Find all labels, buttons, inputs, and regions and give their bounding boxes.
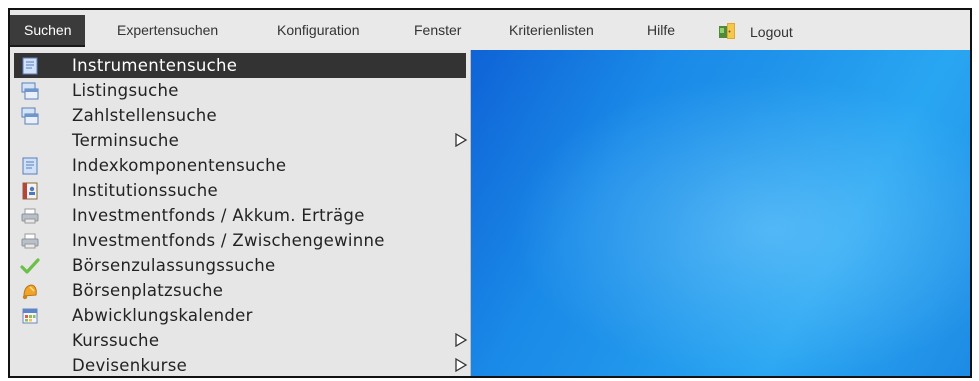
menu-item-terminsuche[interactable]: Terminsuche	[14, 128, 468, 153]
suchen-dropdown-menu: Instrumentensuche Listingsuche Zahlstell…	[10, 50, 471, 376]
stacked-windows-icon	[21, 107, 39, 125]
menu-item-label: Indexkomponentensuche	[72, 156, 287, 175]
menu-item-boersenzulassungssuche[interactable]: Börsenzulassungssuche	[14, 253, 466, 278]
menu-item-label: Abwicklungskalender	[72, 306, 253, 325]
menu-item-label: Institutionssuche	[72, 181, 218, 200]
menu-item-label: Terminsuche	[72, 131, 180, 150]
document-icon	[22, 57, 38, 75]
menu-item-kurssuche[interactable]: Kurssuche	[14, 328, 468, 353]
bell-icon	[22, 284, 37, 300]
menu-item-investmentfonds-akkum[interactable]: Investmentfonds / Akkum. Erträge	[14, 203, 466, 228]
menu-item-listingsuche[interactable]: Listingsuche	[14, 78, 466, 103]
menu-item-zahlstellensuche[interactable]: Zahlstellensuche	[14, 103, 466, 128]
menu-suchen[interactable]: Suchen	[10, 15, 86, 47]
menu-item-label: Instrumentensuche	[72, 56, 238, 75]
document-icon	[22, 157, 38, 175]
menu-logout[interactable]: Logout	[718, 22, 793, 40]
menu-hilfe[interactable]: Hilfe	[647, 22, 675, 38]
menu-item-abwicklungskalender[interactable]: Abwicklungskalender	[14, 303, 466, 328]
desktop-background	[470, 50, 970, 376]
logout-label: Logout	[750, 24, 793, 40]
menu-bar: Suchen Expertensuchen Konfiguration Fens…	[10, 10, 970, 51]
menu-fenster[interactable]: Fenster	[414, 22, 461, 38]
menu-expertensuchen[interactable]: Expertensuchen	[117, 22, 218, 38]
submenu-arrow-icon	[455, 357, 468, 373]
calendar-icon	[22, 308, 38, 324]
menu-item-label: Listingsuche	[72, 81, 179, 100]
menu-konfiguration[interactable]: Konfiguration	[277, 22, 360, 38]
logout-door-icon	[719, 23, 735, 39]
menu-item-label: Investmentfonds / Akkum. Erträge	[72, 206, 365, 225]
address-book-icon	[22, 182, 38, 200]
menu-item-boersenplatzsuche[interactable]: Börsenplatzsuche	[14, 278, 466, 303]
stacked-windows-icon	[21, 82, 39, 100]
menu-item-indexkomponentensuche[interactable]: Indexkomponentensuche	[14, 153, 466, 178]
menu-item-label: Kurssuche	[72, 331, 160, 350]
menu-kriterienlisten[interactable]: Kriterienlisten	[509, 22, 594, 38]
menu-item-devisenkurse[interactable]: Devisenkurse	[14, 353, 468, 376]
menu-item-investmentfonds-zwischengewinne[interactable]: Investmentfonds / Zwischengewinne	[14, 228, 466, 253]
submenu-arrow-icon	[455, 332, 468, 348]
menu-item-label: Investmentfonds / Zwischengewinne	[72, 231, 385, 250]
menu-item-label: Zahlstellensuche	[72, 106, 217, 125]
menu-item-label: Börsenplatzsuche	[72, 281, 224, 300]
menu-item-label: Devisenkurse	[72, 356, 188, 375]
printer-icon	[21, 233, 39, 249]
menu-item-label: Börsenzulassungssuche	[72, 256, 276, 275]
submenu-arrow-icon	[455, 132, 468, 148]
app-window: Suchen Expertensuchen Konfiguration Fens…	[8, 8, 972, 378]
checkmark-icon	[20, 258, 40, 274]
menu-item-instrumentensuche[interactable]: Instrumentensuche	[14, 53, 466, 78]
menu-item-institutionssuche[interactable]: Institutionssuche	[14, 178, 466, 203]
desktop-highlight	[470, 50, 970, 376]
printer-icon	[21, 208, 39, 224]
